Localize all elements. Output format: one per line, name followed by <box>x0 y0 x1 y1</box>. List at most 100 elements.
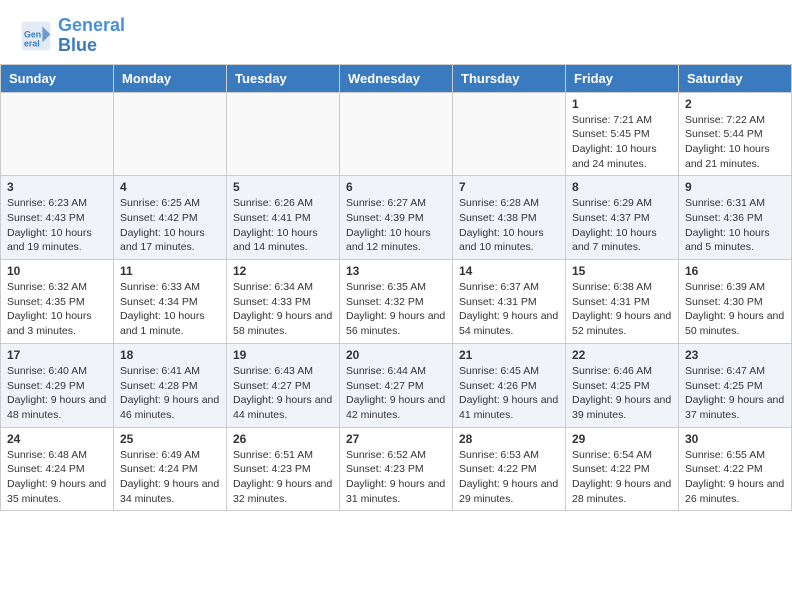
day-number: 4 <box>120 180 220 194</box>
calendar-week-row: 10 Sunrise: 6:32 AM Sunset: 4:35 PM Dayli… <box>1 260 792 344</box>
calendar-cell: 23 Sunrise: 6:47 AM Sunset: 4:25 PM Dayli… <box>679 343 792 427</box>
day-info: Sunrise: 6:29 AM Sunset: 4:37 PM Dayligh… <box>572 196 672 255</box>
calendar-week-row: 17 Sunrise: 6:40 AM Sunset: 4:29 PM Dayli… <box>1 343 792 427</box>
calendar-cell: 19 Sunrise: 6:43 AM Sunset: 4:27 PM Dayli… <box>227 343 340 427</box>
day-number: 6 <box>346 180 446 194</box>
day-info: Sunrise: 6:48 AM Sunset: 4:24 PM Dayligh… <box>7 448 107 507</box>
logo: Gen eral General Blue <box>20 16 125 56</box>
day-number: 23 <box>685 348 785 362</box>
calendar-header-row: SundayMondayTuesdayWednesdayThursdayFrid… <box>1 64 792 92</box>
day-number: 10 <box>7 264 107 278</box>
calendar-cell: 8 Sunrise: 6:29 AM Sunset: 4:37 PM Daylig… <box>566 176 679 260</box>
calendar-cell: 14Sunrise: 6:37 AM Sunset: 4:31 PM Dayli… <box>453 260 566 344</box>
day-of-week-header: Thursday <box>453 64 566 92</box>
day-number: 12 <box>233 264 333 278</box>
day-number: 5 <box>233 180 333 194</box>
day-info: Sunrise: 6:31 AM Sunset: 4:36 PM Dayligh… <box>685 196 785 255</box>
day-number: 21 <box>459 348 559 362</box>
calendar-cell: 7 Sunrise: 6:28 AM Sunset: 4:38 PM Daylig… <box>453 176 566 260</box>
day-number: 1 <box>572 97 672 111</box>
calendar-cell: 21 Sunrise: 6:45 AM Sunset: 4:26 PM Dayli… <box>453 343 566 427</box>
day-number: 14 <box>459 264 559 278</box>
calendar-cell: 18 Sunrise: 6:41 AM Sunset: 4:28 PM Dayli… <box>114 343 227 427</box>
day-of-week-header: Wednesday <box>340 64 453 92</box>
calendar-week-row: 1Sunrise: 7:21 AM Sunset: 5:45 PM Daylig… <box>1 92 792 176</box>
day-info: Sunrise: 6:35 AM Sunset: 4:32 PM Dayligh… <box>346 280 446 339</box>
day-info: Sunrise: 6:27 AM Sunset: 4:39 PM Dayligh… <box>346 196 446 255</box>
day-info: Sunrise: 7:22 AM Sunset: 5:44 PM Dayligh… <box>685 113 785 172</box>
day-number: 26 <box>233 432 333 446</box>
day-number: 2 <box>685 97 785 111</box>
day-info: Sunrise: 6:46 AM Sunset: 4:25 PM Dayligh… <box>572 364 672 423</box>
calendar-cell: 16 Sunrise: 6:39 AM Sunset: 4:30 PM Dayli… <box>679 260 792 344</box>
day-info: Sunrise: 6:45 AM Sunset: 4:26 PM Dayligh… <box>459 364 559 423</box>
calendar-table: SundayMondayTuesdayWednesdayThursdayFrid… <box>0 64 792 512</box>
calendar-cell: 17 Sunrise: 6:40 AM Sunset: 4:29 PM Dayli… <box>1 343 114 427</box>
page-header: Gen eral General Blue <box>0 0 792 64</box>
day-number: 16 <box>685 264 785 278</box>
day-number: 22 <box>572 348 672 362</box>
calendar-cell: 25 Sunrise: 6:49 AM Sunset: 4:24 PM Dayli… <box>114 427 227 511</box>
calendar-cell: 3Sunrise: 6:23 AM Sunset: 4:43 PM Daylig… <box>1 176 114 260</box>
calendar-cell <box>453 92 566 176</box>
day-info: Sunrise: 6:38 AM Sunset: 4:31 PM Dayligh… <box>572 280 672 339</box>
calendar-cell <box>227 92 340 176</box>
day-number: 20 <box>346 348 446 362</box>
day-number: 18 <box>120 348 220 362</box>
calendar-cell: 4 Sunrise: 6:25 AM Sunset: 4:42 PM Daylig… <box>114 176 227 260</box>
day-info: Sunrise: 6:25 AM Sunset: 4:42 PM Dayligh… <box>120 196 220 255</box>
day-info: Sunrise: 6:32 AM Sunset: 4:35 PM Dayligh… <box>7 280 107 339</box>
day-number: 28 <box>459 432 559 446</box>
day-of-week-header: Tuesday <box>227 64 340 92</box>
day-info: Sunrise: 6:47 AM Sunset: 4:25 PM Dayligh… <box>685 364 785 423</box>
day-number: 19 <box>233 348 333 362</box>
day-info: Sunrise: 6:39 AM Sunset: 4:30 PM Dayligh… <box>685 280 785 339</box>
calendar-cell: 20 Sunrise: 6:44 AM Sunset: 4:27 PM Dayli… <box>340 343 453 427</box>
calendar-cell: 9 Sunrise: 6:31 AM Sunset: 4:36 PM Daylig… <box>679 176 792 260</box>
day-info: Sunrise: 6:28 AM Sunset: 4:38 PM Dayligh… <box>459 196 559 255</box>
calendar-cell: 24Sunrise: 6:48 AM Sunset: 4:24 PM Dayli… <box>1 427 114 511</box>
day-number: 25 <box>120 432 220 446</box>
day-of-week-header: Sunday <box>1 64 114 92</box>
logo-text: General Blue <box>58 16 125 56</box>
day-of-week-header: Monday <box>114 64 227 92</box>
day-info: Sunrise: 6:41 AM Sunset: 4:28 PM Dayligh… <box>120 364 220 423</box>
day-info: Sunrise: 6:43 AM Sunset: 4:27 PM Dayligh… <box>233 364 333 423</box>
calendar-cell: 11Sunrise: 6:33 AM Sunset: 4:34 PM Dayli… <box>114 260 227 344</box>
day-info: Sunrise: 6:49 AM Sunset: 4:24 PM Dayligh… <box>120 448 220 507</box>
day-info: Sunrise: 6:40 AM Sunset: 4:29 PM Dayligh… <box>7 364 107 423</box>
day-number: 30 <box>685 432 785 446</box>
calendar-week-row: 3Sunrise: 6:23 AM Sunset: 4:43 PM Daylig… <box>1 176 792 260</box>
calendar-cell <box>114 92 227 176</box>
calendar-cell: 6 Sunrise: 6:27 AM Sunset: 4:39 PM Daylig… <box>340 176 453 260</box>
calendar-cell <box>340 92 453 176</box>
day-number: 7 <box>459 180 559 194</box>
day-number: 17 <box>7 348 107 362</box>
day-of-week-header: Saturday <box>679 64 792 92</box>
day-number: 29 <box>572 432 672 446</box>
calendar-week-row: 24Sunrise: 6:48 AM Sunset: 4:24 PM Dayli… <box>1 427 792 511</box>
day-number: 13 <box>346 264 446 278</box>
day-info: Sunrise: 6:55 AM Sunset: 4:22 PM Dayligh… <box>685 448 785 507</box>
calendar-cell: 5Sunrise: 6:26 AM Sunset: 4:41 PM Daylig… <box>227 176 340 260</box>
day-number: 8 <box>572 180 672 194</box>
day-info: Sunrise: 6:53 AM Sunset: 4:22 PM Dayligh… <box>459 448 559 507</box>
calendar-cell: 2 Sunrise: 7:22 AM Sunset: 5:44 PM Daylig… <box>679 92 792 176</box>
calendar-cell: 15Sunrise: 6:38 AM Sunset: 4:31 PM Dayli… <box>566 260 679 344</box>
calendar-cell: 13 Sunrise: 6:35 AM Sunset: 4:32 PM Dayli… <box>340 260 453 344</box>
calendar-cell: 26 Sunrise: 6:51 AM Sunset: 4:23 PM Dayli… <box>227 427 340 511</box>
day-info: Sunrise: 6:54 AM Sunset: 4:22 PM Dayligh… <box>572 448 672 507</box>
day-info: Sunrise: 6:44 AM Sunset: 4:27 PM Dayligh… <box>346 364 446 423</box>
day-number: 11 <box>120 264 220 278</box>
svg-text:eral: eral <box>24 38 40 48</box>
day-number: 9 <box>685 180 785 194</box>
day-info: Sunrise: 6:51 AM Sunset: 4:23 PM Dayligh… <box>233 448 333 507</box>
calendar-cell: 27 Sunrise: 6:52 AM Sunset: 4:23 PM Dayli… <box>340 427 453 511</box>
logo-icon: Gen eral <box>20 20 52 52</box>
calendar-cell: 22 Sunrise: 6:46 AM Sunset: 4:25 PM Dayli… <box>566 343 679 427</box>
calendar-cell: 29 Sunrise: 6:54 AM Sunset: 4:22 PM Dayli… <box>566 427 679 511</box>
calendar-cell: 30 Sunrise: 6:55 AM Sunset: 4:22 PM Dayli… <box>679 427 792 511</box>
day-of-week-header: Friday <box>566 64 679 92</box>
day-info: Sunrise: 6:52 AM Sunset: 4:23 PM Dayligh… <box>346 448 446 507</box>
day-number: 27 <box>346 432 446 446</box>
